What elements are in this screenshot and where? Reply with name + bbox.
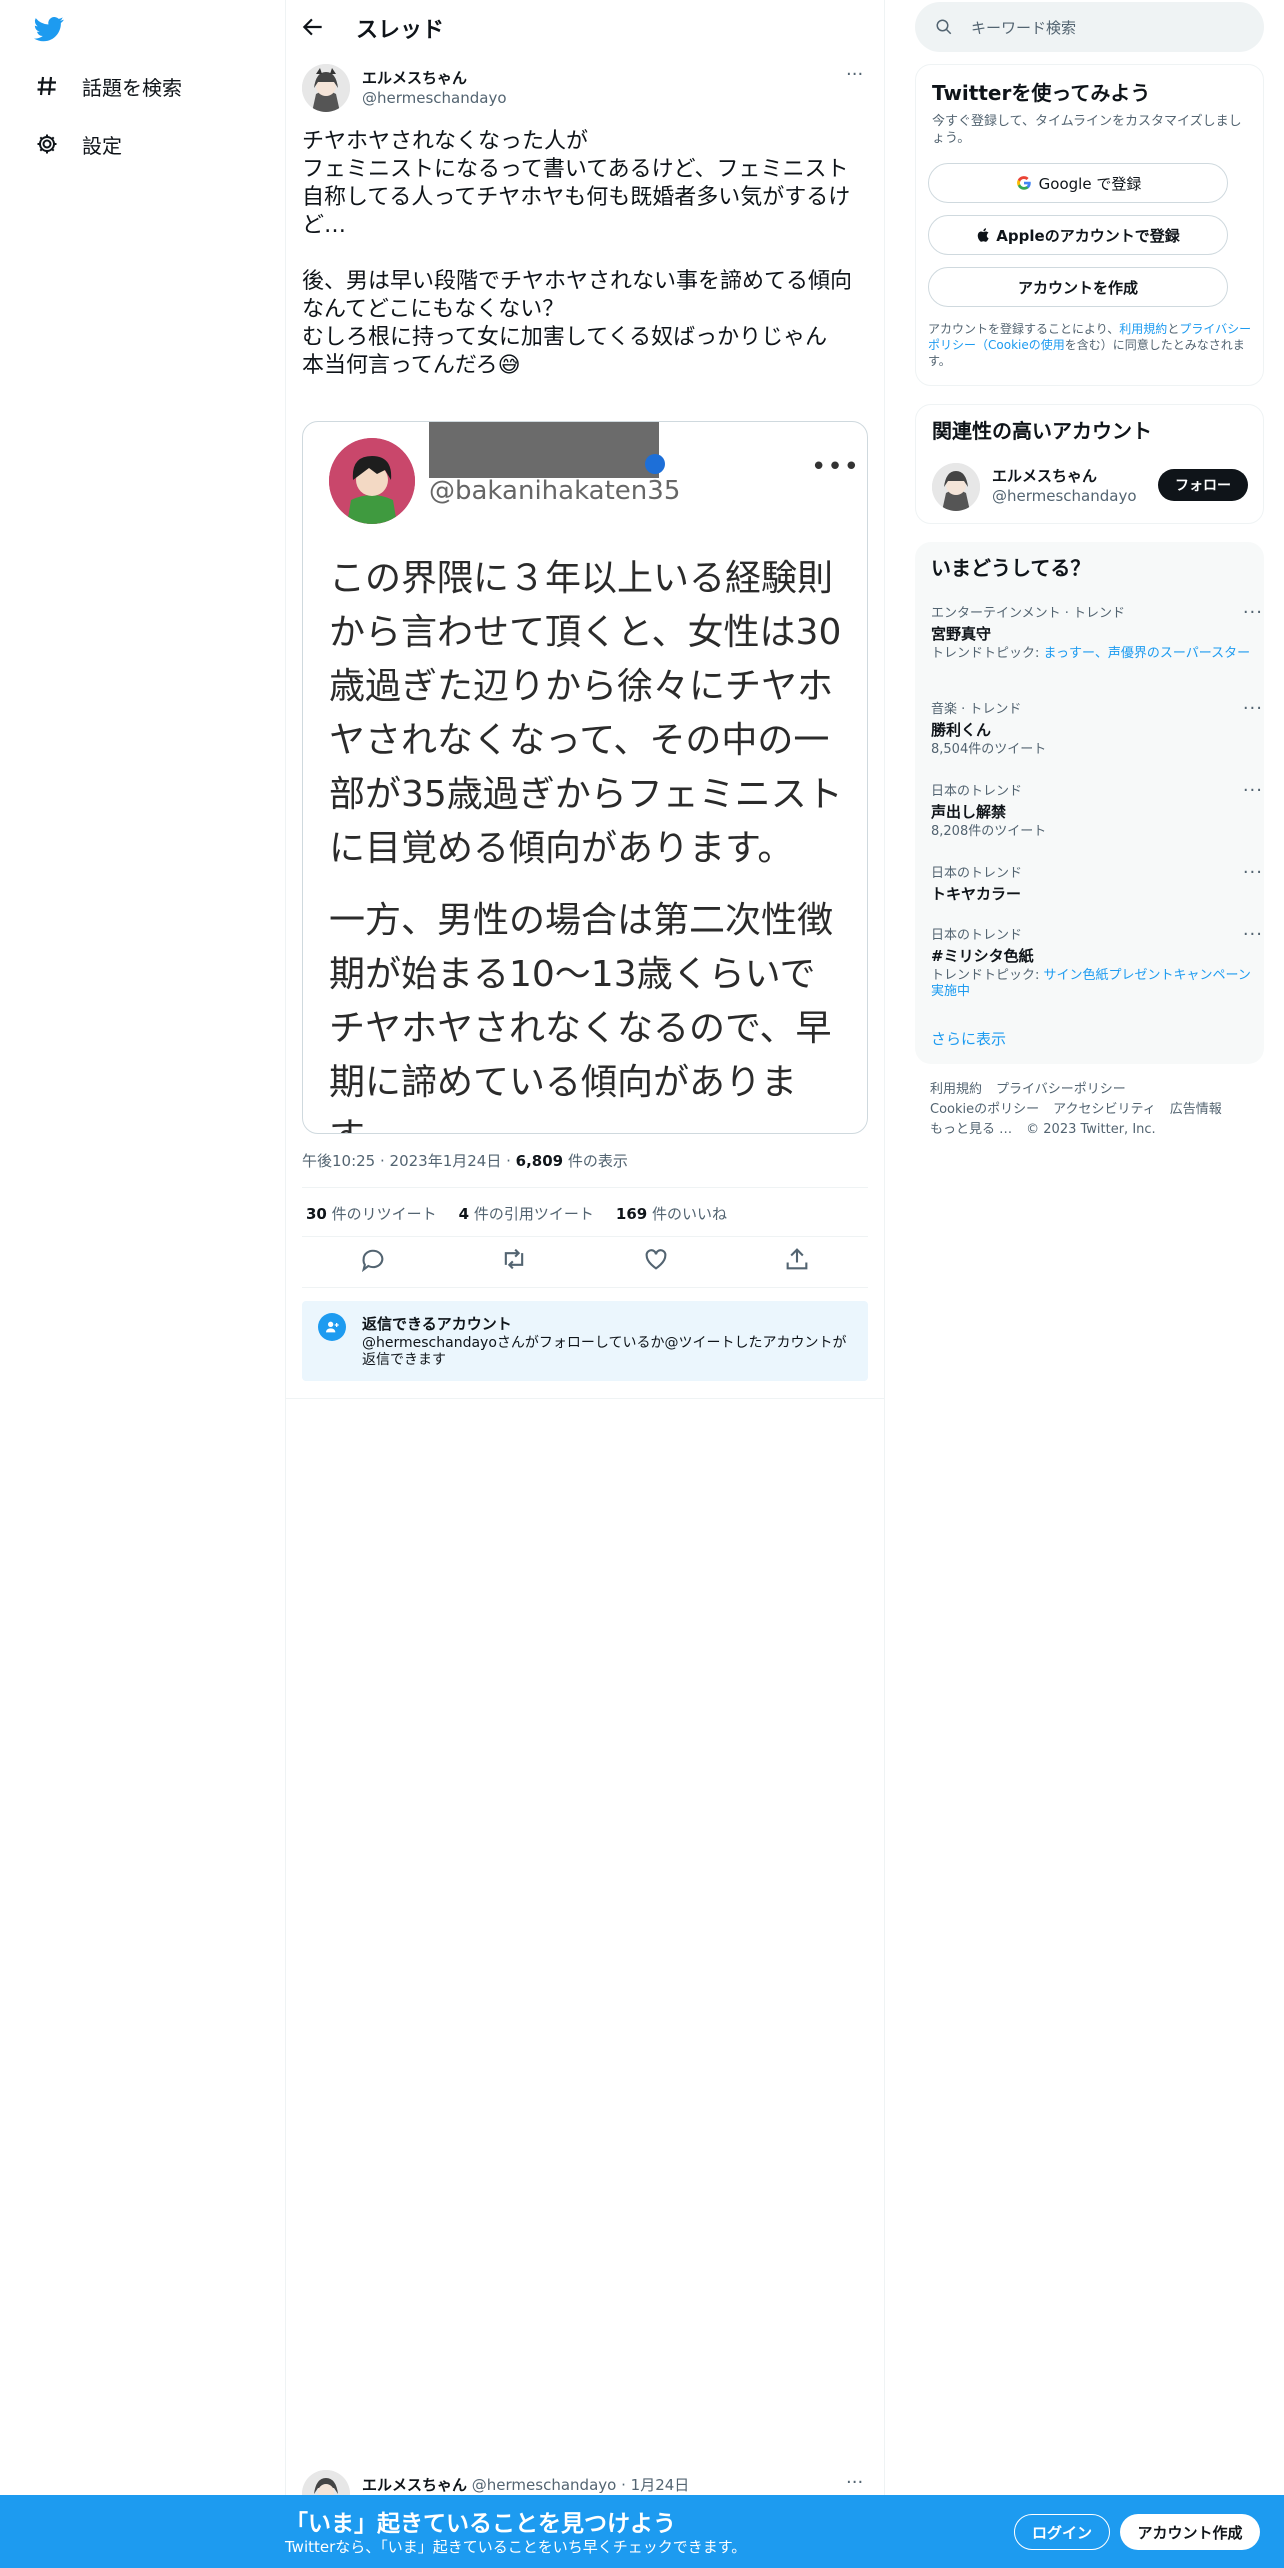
redaction-block [429,422,659,478]
likes-stat[interactable]: 169 件のいいね [616,1203,727,1224]
trend-more-icon[interactable]: ··· [1243,698,1263,719]
trend-more-icon[interactable]: ··· [1243,780,1263,801]
reply-restriction: 返信できるアカウント @hermeschandayoさんがフォローしているか@ツ… [302,1301,868,1381]
apple-icon [978,228,989,242]
trend-item[interactable]: 日本のトレンド トキヤカラー ··· [931,862,1262,904]
nav-settings[interactable]: 設定 [34,124,122,164]
embed-avatar [329,438,415,524]
footer-copyright: © 2023 Twitter, Inc. [1026,1122,1156,1137]
quotes-stat[interactable]: 4 件の引用ツイート [459,1203,594,1224]
next-author-handle[interactable]: @hermeschandayo [472,2476,617,2494]
google-icon [1016,176,1031,190]
signup-title: Twitterを使ってみよう [932,81,1151,105]
page-title: スレッド [356,18,445,43]
views-label: 件の表示 [567,1152,628,1170]
relevant-title: 関連性の高いアカウント [932,419,1152,443]
tweet-actions [302,1245,868,1273]
nav-explore-label: 話題を検索 [82,75,182,100]
footer-accessibility[interactable]: アクセシビリティ [1053,1102,1156,1117]
views-count: 6,809 [515,1152,564,1170]
reply-restriction-text: @hermeschandayoさんがフォローしているか@ツイートしたアカウントが… [362,1335,847,1368]
divider [286,1398,884,1399]
divider [302,1236,868,1237]
terms-link[interactable]: 利用規約 [1119,322,1167,336]
more-options-icon[interactable]: ··· [846,64,863,85]
apple-signup-button[interactable]: Appleのアカウントで登録 [928,215,1228,255]
like-icon[interactable] [642,1245,670,1273]
footer-privacy[interactable]: プライバシーポリシー [996,1082,1126,1097]
legal-text: アカウントを登録することにより、利用規約とプライバシーポリシー（Cookieの使… [928,322,1252,368]
footer-ads[interactable]: 広告情報 [1170,1102,1222,1117]
login-button[interactable]: ログイン [1014,2514,1110,2550]
embed-paragraph-1: この界隈に３年以上いる経験則から言わせて頂くと、女性は30歳過ぎた辺りから徐々に… [329,558,843,869]
trend-more-icon[interactable]: ··· [1243,602,1263,623]
follow-button[interactable]: フォロー [1158,469,1248,501]
create-account-button[interactable]: アカウントを作成 [928,267,1228,307]
avatar[interactable] [302,64,350,112]
author-name[interactable]: エルメスちゃん [362,67,467,88]
embed-more-icon: ••• [811,452,861,482]
more-options-icon[interactable]: ··· [846,2472,863,2493]
embed-paragraph-2: 一方、男性の場合は第二次性徴期が始まる10〜13歳くらいでチヤホヤされなくなるの… [329,900,834,1133]
signup-subtitle: 今すぐ登録して、タイムラインをカスタマイズしましょう。 [932,114,1242,146]
footer-terms[interactable]: 利用規約 [930,1082,982,1097]
google-signup-button[interactable]: Google で登録 [928,163,1228,203]
trend-item[interactable]: 日本のトレンド #ミリシタ色紙 トレンドトピック: サイン色紙プレゼントキャンペ… [931,924,1262,1000]
nav-settings-label: 設定 [82,133,122,158]
search-icon [936,19,952,35]
bottom-bar-subtitle: Twitterなら、「いま」起きていることをいち早くチェックできます。 [285,2538,747,2556]
trends-card: いまどうしてる？ エンターテインメント · トレンド 宮野真守 トレンドトピック… [915,542,1264,1064]
back-arrow-icon[interactable] [300,14,326,40]
trend-more-icon[interactable]: ··· [1243,924,1263,945]
reply-restriction-title: 返信できるアカウント [362,1315,512,1333]
signup-button[interactable]: アカウント作成 [1120,2514,1260,2550]
divider [302,1287,868,1288]
author-handle[interactable]: @hermeschandayo [362,89,507,107]
avatar[interactable] [932,463,980,511]
divider [302,1187,868,1188]
reply-icon[interactable] [359,1245,387,1273]
search-placeholder: キーワード検索 [971,18,1077,37]
retweets-stat[interactable]: 30 件のリツイート [306,1203,437,1224]
next-author-name[interactable]: エルメスちゃん [362,2476,467,2494]
tweet-image[interactable]: @bakanihakaten35 ••• この界隈に３年以上いる経験則から言わせ… [302,421,868,1134]
hashtag-icon [34,73,60,99]
next-tweet-date[interactable]: 1月24日 [631,2476,690,2494]
show-more-link[interactable]: さらに表示 [931,1028,1006,1049]
timeline-column [285,0,885,2568]
tweet-meta: 午後10:25 · 2023年1月24日 · 6,809 件の表示 [302,1152,628,1170]
create-account-label: アカウントを作成 [1017,278,1138,297]
footer-links: 利用規約 プライバシーポリシー Cookieのポリシー アクセシビリティ 広告情報 も… [930,1080,1260,1140]
search-input[interactable]: キーワード検索 [915,2,1264,52]
embed-handle: @bakanihakaten35 [429,476,681,506]
tweet-stats: 30 件のリツイート 4 件の引用ツイート 169 件のいいね [306,1203,727,1224]
user-icon [318,1313,346,1341]
tweet-time[interactable]: 午後10:25 [302,1152,375,1170]
tweet-text: チヤホヤされなくなった人が フェミニストになるって書いてあるけど、フェミニスト自… [302,129,853,378]
nav-explore[interactable]: 話題を検索 [34,66,182,106]
verified-badge-icon [645,454,665,474]
trend-item[interactable]: 音楽 · トレンド 勝利くん 8,504件のツイート ··· [931,698,1262,758]
relevant-name[interactable]: エルメスちゃん [992,465,1097,486]
tweet-date[interactable]: 2023年1月24日 [390,1152,502,1170]
next-tweet-header: エルメスちゃん @hermeschandayo · 1月24日 [362,2476,690,2494]
footer-cookie[interactable]: Cookieのポリシー [930,1102,1039,1117]
trend-item[interactable]: エンターテインメント · トレンド 宮野真守 トレンドトピック: まっすー、声優… [931,602,1262,662]
trend-item[interactable]: 日本のトレンド 声出し解禁 8,208件のツイート ··· [931,780,1262,840]
trend-more-icon[interactable]: ··· [1243,862,1263,883]
apple-signup-label: Appleのアカウントで登録 [996,226,1180,245]
twitter-logo-icon[interactable] [32,14,66,44]
bottom-bar-title: 「いま」起きていることを見つけよう [285,2511,676,2537]
share-icon[interactable] [783,1245,811,1273]
gear-icon [34,131,60,157]
trends-title: いまどうしてる？ [931,556,1091,580]
relevant-accounts-card: 関連性の高いアカウント エルメスちゃん @hermeschandayo フォロー [915,404,1264,524]
signup-card: Twitterを使ってみよう 今すぐ登録して、タイムラインをカスタマイズしましょ… [915,64,1264,386]
footer-more[interactable]: もっと見る … [930,1122,1012,1137]
relevant-handle[interactable]: @hermeschandayo [992,487,1137,505]
google-signup-label: Google で登録 [1038,174,1142,193]
retweet-icon[interactable] [500,1245,528,1273]
